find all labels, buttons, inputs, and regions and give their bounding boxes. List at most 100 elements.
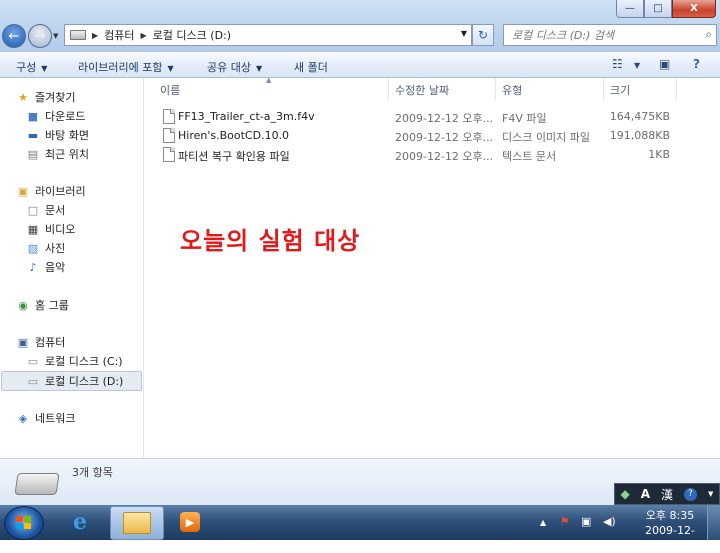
- chevron-down-icon[interactable]: ▼: [634, 61, 640, 70]
- close-button[interactable]: X: [672, 0, 716, 18]
- system-drive-icon: ▭: [27, 354, 39, 368]
- file-type: 디스크 이미지 파일: [502, 131, 590, 144]
- explorer-window: — □ X ← → ▼ ▶ 컴퓨터 ▶ 로컬 디스크 (D:) ▼ ↻ ⌕ 구성…: [0, 0, 720, 506]
- chevron-down-icon[interactable]: ▼: [461, 29, 467, 38]
- column-header-name[interactable]: 이름: [160, 82, 180, 98]
- arrow-right-icon: →: [34, 28, 46, 44]
- homegroup-icon: ◉: [18, 298, 28, 312]
- refresh-button[interactable]: ↻: [472, 24, 494, 46]
- table-row[interactable]: Hiren's.BootCD.10.0 2009-12-12 오후... 디스크…: [144, 126, 720, 145]
- file-size: 164,475KB: [609, 110, 670, 123]
- chevron-down-icon[interactable]: ▼: [708, 490, 713, 498]
- network-icon: ◈: [18, 411, 28, 425]
- ime-tool-icon[interactable]: ◆: [621, 487, 630, 501]
- share-button[interactable]: 공유 대상 ▼: [207, 59, 262, 75]
- minimize-button[interactable]: —: [616, 0, 644, 18]
- organize-button[interactable]: 구성 ▼: [16, 59, 47, 75]
- address-bar[interactable]: ▶ 컴퓨터 ▶ 로컬 디스크 (D:) ▼: [64, 24, 472, 46]
- internet-explorer-icon: e: [73, 509, 87, 535]
- column-divider[interactable]: [495, 78, 496, 100]
- favorites-label: 즐겨찾기: [35, 91, 76, 104]
- column-header-date[interactable]: 수정한 날짜: [395, 82, 449, 98]
- chevron-right-icon[interactable]: ▶: [92, 31, 98, 40]
- video-icon: ▦: [27, 222, 39, 236]
- chevron-right-icon[interactable]: ▶: [141, 31, 147, 40]
- breadcrumb-drive-d[interactable]: 로컬 디스크 (D:): [153, 27, 231, 43]
- help-icon[interactable]: ?: [684, 487, 698, 501]
- clock-date: 2009-12-12: [645, 524, 695, 552]
- file-type: F4V 파일: [502, 112, 547, 125]
- file-name: Hiren's.BootCD.10.0: [178, 129, 290, 142]
- favorites-header[interactable]: ★ 즐겨찾기: [16, 88, 158, 106]
- library-icon: ▣: [17, 184, 29, 198]
- new-folder-button[interactable]: 새 폴더: [294, 59, 328, 75]
- language-bar[interactable]: ◆ A 漢 ? ▼: [614, 483, 720, 505]
- file-icon: [163, 109, 175, 124]
- column-divider[interactable]: [603, 78, 604, 100]
- computer-header[interactable]: ▣ 컴퓨터: [16, 333, 158, 351]
- taskbar-internet-explorer[interactable]: e: [54, 506, 106, 538]
- organize-label: 구성: [16, 61, 37, 74]
- show-hidden-icons-icon[interactable]: ▲: [540, 518, 546, 527]
- column-header-type[interactable]: 유형: [502, 82, 522, 98]
- maximize-button[interactable]: □: [644, 0, 672, 18]
- show-desktop-button[interactable]: [707, 505, 720, 540]
- file-date: 2009-12-12 오후...: [395, 131, 494, 144]
- file-date: 2009-12-12 오후...: [395, 150, 494, 163]
- clock[interactable]: 오후 8:35 2009-12-12: [640, 508, 700, 553]
- sort-ascending-icon: ▲: [266, 76, 272, 84]
- clock-time: 오후 8:35: [645, 509, 695, 522]
- download-folder-icon: ■: [27, 109, 39, 123]
- ime-mode-hanja[interactable]: 漢: [661, 486, 673, 503]
- include-library-button[interactable]: 라이브러리에 포함 ▼: [78, 59, 174, 75]
- file-date: 2009-12-12 오후...: [395, 112, 494, 125]
- back-button[interactable]: ←: [2, 24, 26, 48]
- breadcrumb-computer[interactable]: 컴퓨터: [104, 27, 134, 43]
- file-list: ▲ 이름 수정한 날짜 유형 크기 FF13_Trailer_ct-a_3m.f…: [144, 76, 720, 458]
- drive-icon: [70, 30, 86, 40]
- volume-icon[interactable]: ◀): [603, 515, 616, 528]
- start-button[interactable]: [4, 506, 44, 540]
- recent-pages-dropdown[interactable]: ▼: [53, 32, 58, 40]
- disk-image-icon: [163, 128, 175, 143]
- column-divider[interactable]: [676, 78, 677, 100]
- computer-icon: ▣: [17, 335, 29, 349]
- network-label: 네트워크: [35, 412, 76, 425]
- table-row[interactable]: 파티션 복구 확인용 파일 2009-12-12 오후... 텍스트 문서 1K…: [144, 145, 720, 164]
- drive-icon: ▭: [27, 374, 39, 388]
- preview-pane-icon[interactable]: ▣: [659, 57, 670, 71]
- details-pane: 3개 항목: [0, 458, 720, 506]
- action-center-flag-icon[interactable]: ⚑: [560, 515, 570, 528]
- document-icon: □: [27, 203, 39, 217]
- file-name: FF13_Trailer_ct-a_3m.f4v: [178, 110, 315, 123]
- network-tray-icon[interactable]: ▣: [581, 515, 591, 528]
- forward-button[interactable]: →: [28, 24, 52, 48]
- taskbar-windows-explorer[interactable]: [110, 506, 164, 540]
- ime-mode-a[interactable]: A: [641, 487, 650, 501]
- command-bar: 구성 ▼ 라이브러리에 포함 ▼ 공유 대상 ▼ 새 폴더 ☷ ▼ ▣ ?: [0, 53, 720, 78]
- navigation-pane: ★ 즐겨찾기 ■ 다운로드 ▬ 바탕 화면 ▤ 최근 위치 ▣ 라이브러리 □ …: [0, 78, 144, 458]
- sidebar-item-label: 비디오: [45, 223, 76, 236]
- table-row[interactable]: FF13_Trailer_ct-a_3m.f4v 2009-12-12 오후..…: [144, 107, 720, 126]
- taskbar: e ▶ ▲ ⚑ ▣ ◀) 오후 8:35 2009-12-12: [0, 505, 720, 552]
- file-size: 1KB: [648, 148, 670, 161]
- help-icon[interactable]: ?: [693, 57, 700, 71]
- column-header-size[interactable]: 크기: [610, 82, 630, 98]
- libraries-header[interactable]: ▣ 라이브러리: [16, 182, 158, 200]
- sidebar-item-drive-d[interactable]: ▭ 로컬 디스크 (D:): [1, 371, 142, 391]
- search-icon[interactable]: ⌕: [705, 27, 712, 42]
- search-box[interactable]: ⌕: [503, 24, 717, 46]
- sidebar-item-network[interactable]: ◈ 네트워크: [16, 409, 158, 427]
- media-player-icon: ▶: [180, 512, 200, 532]
- refresh-icon: ↻: [477, 28, 489, 42]
- taskbar-media-player[interactable]: ▶: [164, 506, 216, 538]
- search-input[interactable]: [510, 27, 694, 43]
- sidebar-item-homegroup[interactable]: ◉ 홈 그룹: [16, 296, 158, 314]
- column-divider[interactable]: [388, 78, 389, 100]
- include-library-label: 라이브러리에 포함: [78, 61, 163, 74]
- chevron-down-icon: ▼: [167, 64, 174, 73]
- windows-logo-icon: [16, 516, 32, 530]
- desktop-icon: ▬: [27, 128, 39, 142]
- view-options-icon[interactable]: ☷: [612, 57, 623, 71]
- item-count: 3개 항목: [72, 466, 113, 479]
